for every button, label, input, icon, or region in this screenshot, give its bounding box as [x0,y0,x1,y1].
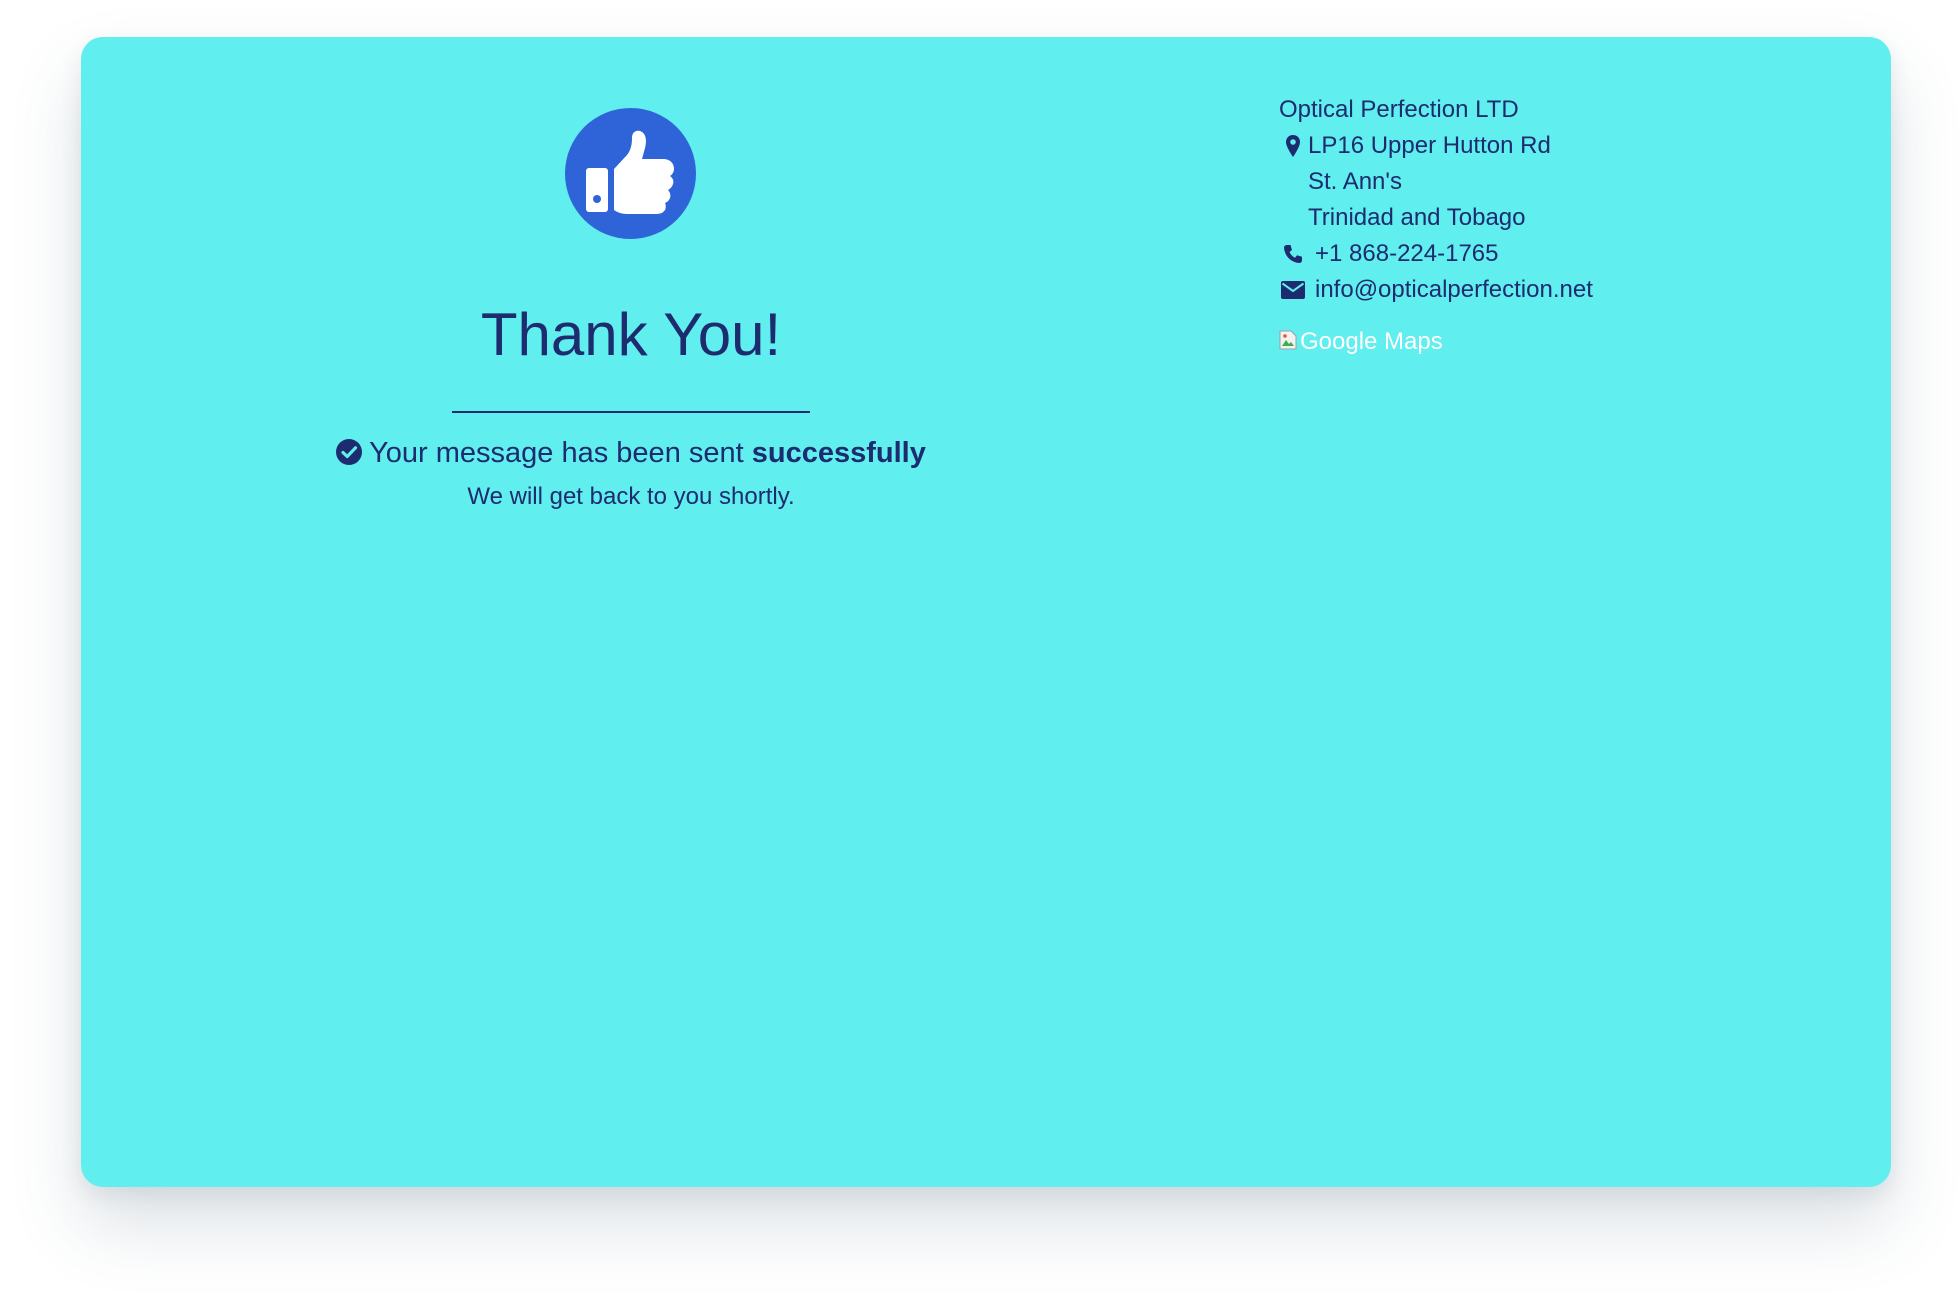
envelope-icon [1281,272,1305,308]
success-message-emphasis: successfully [751,437,926,469]
google-maps-alt-text: Google Maps [1300,328,1443,355]
address-line-3: Trinidad and Tobago [1308,204,1526,231]
email-row: info@opticalperfection.net [1279,272,1593,308]
success-message: Your message has been sent successfully [81,435,1181,471]
address-line-1: LP16 Upper Hutton Rd [1308,132,1551,159]
confirmation-card: Thank You! Your message has been sent su… [81,37,1891,1187]
phone-row: +1 868-224-1765 [1279,236,1593,272]
map-marker-icon [1286,128,1300,164]
broken-image-icon [1279,328,1297,350]
thank-you-heading: Thank You! [480,301,782,368]
address-line-2: St. Ann's [1308,168,1402,195]
phone-icon [1283,236,1303,272]
phone-link[interactable]: +1 868-224-1765 [1315,240,1499,267]
email-link[interactable]: info@opticalperfection.net [1315,276,1593,303]
heading-divider [452,411,810,413]
check-circle-icon [336,438,363,465]
success-message-text: Your message has been sent [369,437,744,469]
thumbs-up-icon [565,108,696,239]
follow-up-text: We will get back to you shortly. [467,483,795,510]
address-line-1-row: LP16 Upper Hutton Rd [1279,128,1593,164]
company-name: Optical Perfection LTD [1279,96,1519,123]
contact-info: Optical Perfection LTD LP16 Upper Hutton… [1279,92,1593,308]
confirmation-panel: Thank You! Your message has been sent su… [81,37,1181,1187]
google-maps-image[interactable]: Google Maps [1279,327,1443,357]
